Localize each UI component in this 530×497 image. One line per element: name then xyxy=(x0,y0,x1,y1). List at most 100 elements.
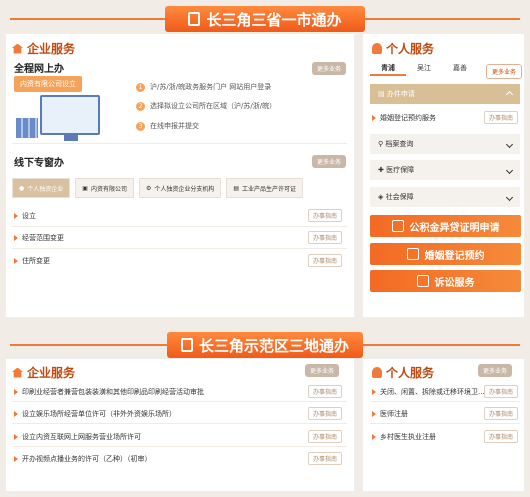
step-num: 2 xyxy=(136,101,145,111)
fund-proof-button[interactable]: 公积金异贷证明申请 xyxy=(370,215,521,237)
step-num: 1 xyxy=(136,82,145,92)
offline-row[interactable]: 设立 xyxy=(14,211,36,221)
row-label: 设立内资互联网上网服务营业场所许可 xyxy=(22,433,141,441)
tab-wujiang[interactable]: 吴江 xyxy=(406,62,442,76)
banner-title: 长三角三省一市通办 xyxy=(206,10,342,29)
bottom-enterprise-more-button[interactable]: 更多业务 xyxy=(305,364,340,377)
person-icon: ● xyxy=(19,184,25,192)
enterprise-more-button[interactable]: 更多业务 xyxy=(312,62,347,75)
button-label: 婚姻登记预约 xyxy=(424,250,485,262)
triangle-icon xyxy=(14,434,18,440)
bottom-enterprise-row[interactable]: 设立娱乐场所经营单位许可（非外外资娱乐场所） xyxy=(14,409,176,419)
guide-button[interactable]: 办事指南 xyxy=(484,385,519,398)
bottom-personal-row[interactable]: 医师注册 xyxy=(372,409,408,419)
divider xyxy=(12,446,347,447)
bottom-personal-row[interactable]: 乡村医生执业注册 xyxy=(372,432,436,442)
tab-label: 工业产品生产许可证 xyxy=(242,185,297,193)
document-icon xyxy=(391,220,404,232)
step-text: 沪/苏/浙/皖政务服务门户 网站用户登录 xyxy=(150,83,272,91)
guide-button[interactable]: 办事指南 xyxy=(484,111,519,124)
enterprise-title: 企业服务 xyxy=(12,40,75,57)
personal-row[interactable]: 婚姻登记预约服务 xyxy=(372,113,436,123)
monitor-illustration xyxy=(40,95,100,141)
bottom-personal-row[interactable]: 关闭、闲置、拆除或迁移环境卫... xyxy=(372,387,485,397)
guide-button[interactable]: 办事指南 xyxy=(308,209,343,222)
triangle-icon xyxy=(14,235,18,241)
bottom-enterprise-row[interactable]: 设立内资互联网上网服务营业场所许可 xyxy=(14,432,141,442)
accordion-text: 档案查询 xyxy=(385,140,414,148)
guide-button[interactable]: 办事指南 xyxy=(308,407,343,420)
litigation-button[interactable]: 诉讼服务 xyxy=(370,270,521,292)
accordion-medical[interactable]: ✚ 医疗保障 xyxy=(370,160,520,180)
document-icon xyxy=(188,12,201,26)
step-num: 3 xyxy=(136,121,145,131)
guide-button[interactable]: 办事指南 xyxy=(308,385,343,398)
guide-button[interactable]: 办事指南 xyxy=(484,430,519,443)
personal-title-text: 个人服务 xyxy=(386,42,435,56)
books-illustration xyxy=(16,118,38,138)
clipboard-icon xyxy=(406,248,419,260)
guide-button[interactable]: 办事指南 xyxy=(308,452,343,465)
tab-label: 个人独资企业 xyxy=(27,185,64,193)
chevron-down-icon xyxy=(505,140,514,148)
row-label: 婚姻登记预约服务 xyxy=(380,114,436,122)
row-label: 医师注册 xyxy=(380,410,408,418)
accordion-label: ◈ 社会保障 xyxy=(378,192,414,202)
person-icon xyxy=(372,367,382,378)
button-label: 公积金异贷证明申请 xyxy=(409,222,500,234)
marriage-booking-button[interactable]: 婚姻登记预约 xyxy=(370,243,521,265)
divider xyxy=(12,248,347,249)
gear-icon: ⚙ xyxy=(145,184,152,192)
accordion-social[interactable]: ◈ 社会保障 xyxy=(370,187,520,207)
triangle-icon xyxy=(14,389,18,395)
guide-button[interactable]: 办事指南 xyxy=(308,231,343,244)
step-1: 1 沪/苏/浙/皖政务服务门户 网站用户登录 xyxy=(136,82,271,92)
tab-jiashan[interactable]: 嘉善 xyxy=(442,62,478,76)
personal-more-button[interactable]: 更多业务 xyxy=(486,64,523,79)
chevron-down-icon xyxy=(505,166,514,174)
button-label: 诉讼服务 xyxy=(434,277,475,289)
row-label: 住所变更 xyxy=(22,257,50,265)
home-icon xyxy=(12,367,23,378)
title-text: 企业服务 xyxy=(27,366,76,380)
triangle-icon xyxy=(14,213,18,219)
accordion-label: ▤ 办件申请 xyxy=(378,89,415,99)
offline-row[interactable]: 住所变更 xyxy=(14,256,50,266)
tab-branch[interactable]: ⚙ 个人独资企业分支机构 xyxy=(138,178,222,198)
offline-more-button[interactable]: 更多业务 xyxy=(312,155,347,168)
accordion-apply[interactable]: ▤ 办件申请 xyxy=(370,84,520,104)
banner-title: 长三角示范区三地通办 xyxy=(198,336,349,355)
divider xyxy=(370,423,520,424)
tab-limited-company[interactable]: ▣ 内资有限公司 xyxy=(75,178,134,198)
step-text: 在线申报并提交 xyxy=(150,122,199,130)
accordion-label: ✚ 医疗保障 xyxy=(378,165,414,175)
guide-button[interactable]: 办事指南 xyxy=(308,430,343,443)
layers-icon: ◈ xyxy=(378,193,386,201)
tab-label: 内资有限公司 xyxy=(90,185,127,193)
bottom-personal-more-button[interactable]: 更多业务 xyxy=(478,364,513,377)
step-3: 3 在线申报并提交 xyxy=(136,121,199,131)
enterprise-title-text: 企业服务 xyxy=(27,42,76,56)
online-title: 全程网上办 xyxy=(14,64,64,75)
tab-sole-proprietor[interactable]: ● 个人独资企业 xyxy=(12,178,71,198)
bottom-enterprise-row[interactable]: 印刷业经营者兼营包装装潢和其他印刷品印刷经营活动审批 xyxy=(14,387,204,397)
triangle-icon xyxy=(372,434,376,440)
guide-button[interactable]: 办事指南 xyxy=(308,254,343,267)
accordion-archive[interactable]: ⚲ 档案查询 xyxy=(370,134,520,154)
bottom-enterprise-row[interactable]: 开办视频点播业务的许可（乙种）（初审） xyxy=(14,454,152,464)
doc-icon: ▤ xyxy=(378,90,387,98)
tab-license[interactable]: ▤ 工业产品生产许可证 xyxy=(226,178,304,198)
guide-button[interactable]: 办事指南 xyxy=(484,407,519,420)
tab-qingpu[interactable]: 青浦 xyxy=(370,62,406,76)
accordion-label: ⚲ 档案查询 xyxy=(378,139,413,149)
online-chip[interactable]: 内资有限公司设立 xyxy=(14,76,82,92)
divider xyxy=(12,143,347,144)
factory-icon: ▤ xyxy=(233,184,240,192)
bottom-enterprise-title: 企业服务 xyxy=(12,364,75,381)
offline-tabs: ● 个人独资企业 ▣ 内资有限公司 ⚙ 个人独资企业分支机构 ▤ 工业产品生产许可证 xyxy=(12,178,304,198)
divider xyxy=(12,423,347,424)
step-2: 2 选择拟设立公司所在区域（沪/苏/浙/皖） xyxy=(136,101,276,111)
row-label: 经营范围变更 xyxy=(22,234,64,242)
offline-row[interactable]: 经营范围变更 xyxy=(14,233,64,243)
person-icon xyxy=(372,43,382,54)
